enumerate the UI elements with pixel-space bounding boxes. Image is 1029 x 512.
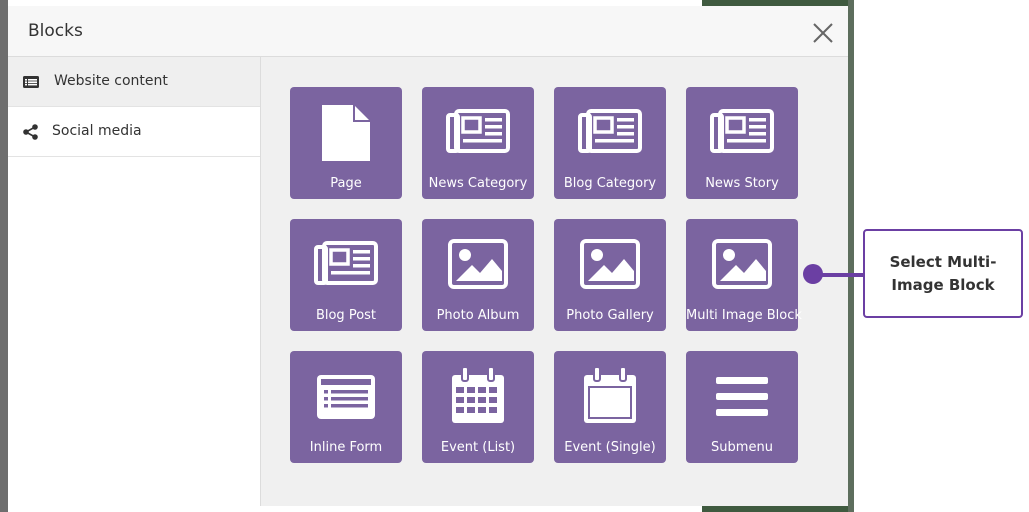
background-edge bbox=[848, 0, 854, 512]
block-event-single[interactable]: Event (Single) bbox=[554, 351, 666, 463]
block-page[interactable]: Page bbox=[290, 87, 402, 199]
block-label: Photo Album bbox=[436, 308, 520, 323]
blocks-dialog: Blocks Website content Social media Page… bbox=[8, 6, 848, 506]
sidebar-item-website-content[interactable]: Website content bbox=[8, 57, 260, 107]
block-label: Event (Single) bbox=[564, 440, 656, 455]
image-icon bbox=[448, 239, 508, 289]
background-page bbox=[0, 0, 8, 512]
newspaper-icon bbox=[710, 109, 774, 153]
block-inline-form[interactable]: Inline Form bbox=[290, 351, 402, 463]
block-event-list[interactable]: Event (List) bbox=[422, 351, 534, 463]
image-icon bbox=[712, 239, 772, 289]
block-photo-album[interactable]: Photo Album bbox=[422, 219, 534, 331]
list-icon bbox=[23, 76, 39, 88]
image-icon bbox=[580, 239, 640, 289]
block-label: Event (List) bbox=[440, 440, 516, 455]
close-button[interactable] bbox=[808, 18, 838, 48]
newspaper-icon bbox=[446, 109, 510, 153]
sidebar-item-label: Social media bbox=[52, 123, 142, 139]
block-label: News Story bbox=[705, 176, 779, 191]
callout-marker bbox=[803, 264, 823, 284]
callout-text: Select Multi-Image Block bbox=[889, 252, 997, 294]
block-label: Blog Post bbox=[315, 308, 377, 323]
sidebar-item-label: Website content bbox=[54, 73, 168, 89]
block-label: Submenu bbox=[711, 440, 773, 455]
block-photo-gallery[interactable]: Photo Gallery bbox=[554, 219, 666, 331]
block-label: Photo Gallery bbox=[566, 308, 654, 323]
page-icon bbox=[322, 105, 370, 161]
form-icon bbox=[317, 375, 375, 419]
dialog-title: Blocks bbox=[28, 21, 83, 41]
dialog-header: Blocks bbox=[8, 6, 848, 57]
block-submenu[interactable]: Submenu bbox=[686, 351, 798, 463]
block-news-category[interactable]: News Category bbox=[422, 87, 534, 199]
block-label: Blog Category bbox=[563, 176, 657, 191]
callout-box: Select Multi-Image Block bbox=[863, 229, 1023, 318]
block-label: Inline Form bbox=[309, 440, 383, 455]
menu-icon bbox=[716, 377, 768, 416]
block-news-story[interactable]: News Story bbox=[686, 87, 798, 199]
sidebar: Website content Social media bbox=[8, 57, 261, 506]
block-multi-image-block[interactable]: Multi Image Block bbox=[686, 219, 802, 331]
close-icon bbox=[813, 23, 833, 43]
calendar-icon bbox=[584, 366, 636, 423]
sidebar-item-social-media[interactable]: Social media bbox=[8, 107, 260, 157]
block-label: Page bbox=[330, 176, 362, 191]
block-blog-category[interactable]: Blog Category bbox=[554, 87, 666, 199]
newspaper-icon bbox=[578, 109, 642, 153]
share-icon bbox=[23, 124, 38, 140]
block-blog-post[interactable]: Blog Post bbox=[290, 219, 402, 331]
calendar-grid-icon bbox=[452, 366, 504, 423]
block-label: News Category bbox=[428, 176, 528, 191]
newspaper-icon bbox=[314, 241, 378, 285]
block-label: Multi Image Block bbox=[686, 308, 802, 323]
